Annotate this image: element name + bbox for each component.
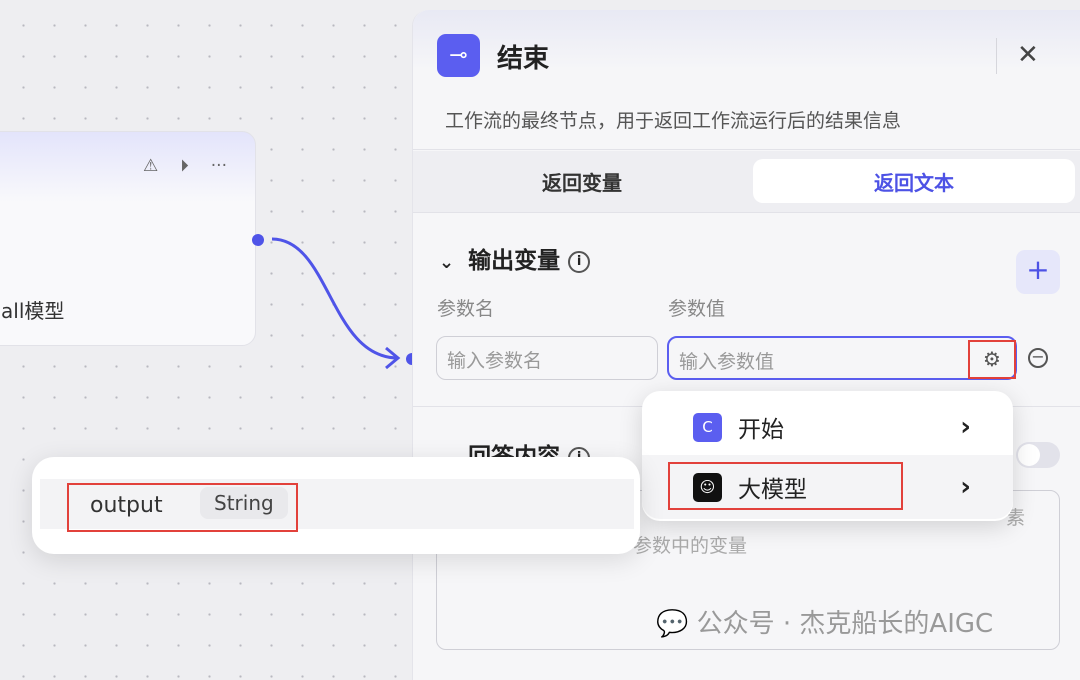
end-node-panel: ⊸ 结束 ✕ 工作流的最终节点，用于返回工作流运行后的结果信息 返回变量 返回文… xyxy=(412,10,1080,680)
param-name-input[interactable]: 输入参数名 xyxy=(436,336,658,380)
param-name-label: 参数名 xyxy=(437,298,495,320)
chevron-right-icon: › xyxy=(960,412,971,442)
close-icon[interactable]: ✕ xyxy=(1017,40,1039,70)
output-section-header[interactable]: ⌄ 输出变量 i xyxy=(439,241,591,275)
watermark-text: 公众号 · 杰克船长的AIGC xyxy=(696,609,994,639)
tab-return-text[interactable]: 返回文本 xyxy=(753,159,1075,203)
watermark: 💬 公众号 · 杰克船长的AIGC xyxy=(656,603,993,640)
menu-item-label: 开始 xyxy=(738,417,784,443)
info-icon[interactable]: i xyxy=(568,251,591,273)
highlight-box xyxy=(67,483,298,532)
panel-title: 结束 xyxy=(497,44,550,74)
streaming-toggle[interactable] xyxy=(1016,442,1060,468)
remove-icon[interactable]: − xyxy=(1028,348,1048,368)
output-section-title: 输出变量 xyxy=(468,248,561,274)
tab-return-variables[interactable]: 返回变量 xyxy=(421,159,743,203)
variable-tooltip: output String xyxy=(32,457,640,554)
highlight-box xyxy=(668,462,903,510)
param-value-input[interactable]: 输入参数值 xyxy=(667,336,1017,380)
settings-gear-icon[interactable]: ⚙ xyxy=(968,340,1016,379)
chevron-right-icon: › xyxy=(960,472,971,502)
panel-description: 工作流的最终节点，用于返回工作流运行后的结果信息 xyxy=(445,110,902,132)
param-value-label: 参数值 xyxy=(668,298,726,320)
add-output-button[interactable]: + xyxy=(1016,250,1060,294)
chevron-down-icon[interactable]: ⌄ xyxy=(439,252,454,273)
placeholder-fragment: 参数中的变量 xyxy=(633,535,748,557)
connection-edge xyxy=(271,237,401,370)
end-node-icon: ⊸ xyxy=(437,34,480,77)
start-node-icon: C xyxy=(693,412,722,442)
menu-item-start[interactable]: C 开始 › xyxy=(642,395,1013,459)
wechat-icon: 💬 xyxy=(656,609,689,639)
